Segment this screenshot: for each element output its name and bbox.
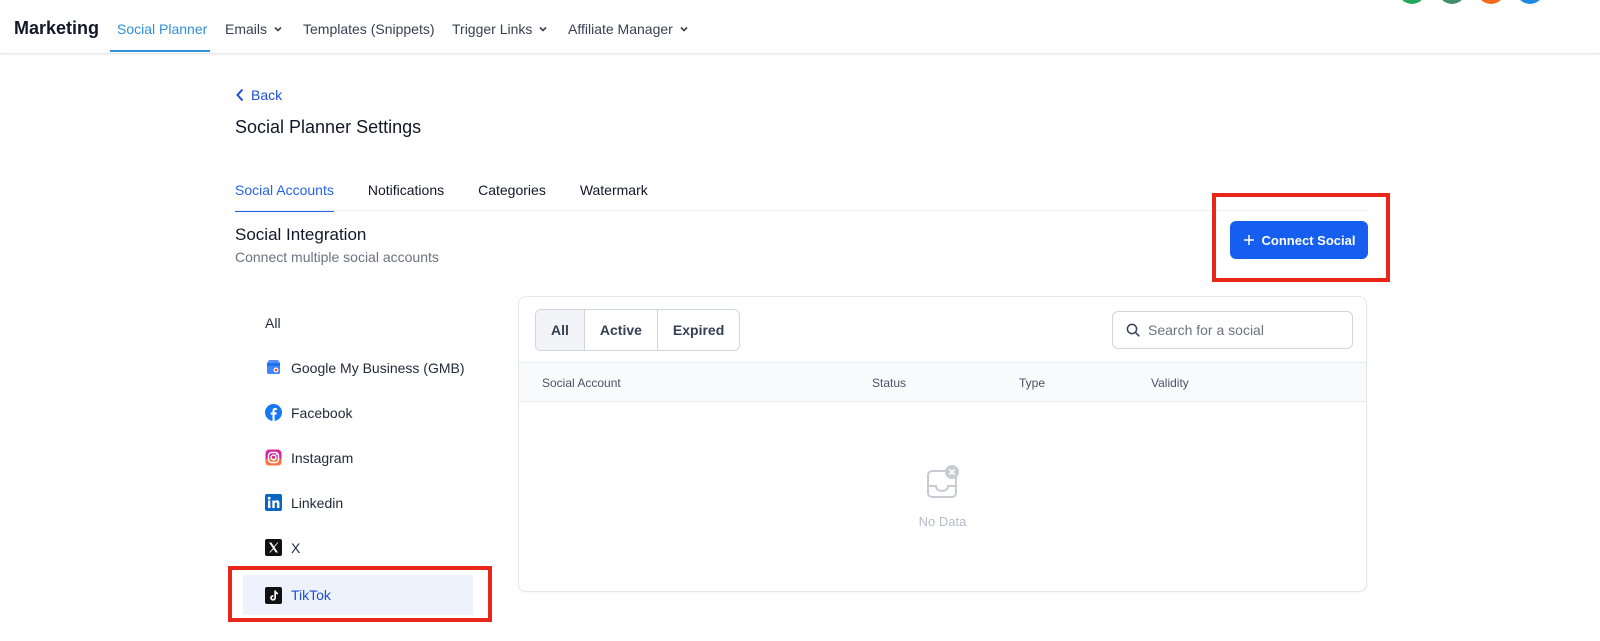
settings-tabs: Social Accounts Notifications Categories… — [235, 182, 648, 212]
nav-label: Trigger Links — [452, 21, 533, 37]
platform-item-all[interactable]: All — [243, 300, 473, 345]
avatar[interactable] — [1398, 0, 1426, 4]
empty-state-label: No Data — [918, 514, 967, 529]
platform-label: Linkedin — [291, 494, 344, 511]
section-subtitle: Connect multiple social accounts — [235, 249, 439, 265]
highlight-box — [228, 566, 492, 622]
nav-label: Emails — [225, 21, 268, 37]
page-title: Social Planner Settings — [235, 117, 422, 137]
nav-label: Affiliate Manager — [568, 21, 673, 37]
nav-item-social-planner[interactable]: Social Planner — [117, 21, 207, 37]
highlight-box — [1212, 193, 1390, 282]
platform-label: Facebook — [291, 404, 353, 421]
platform-item-instagram[interactable]: Instagram — [243, 435, 473, 480]
column-header-social-account[interactable]: Social Account — [542, 376, 621, 390]
empty-inbox-icon — [926, 465, 959, 498]
nav-label: Social Planner — [117, 21, 208, 37]
back-link[interactable]: Back — [235, 87, 282, 103]
platform-item-x[interactable]: X — [243, 525, 473, 570]
nav-item-trigger-links[interactable]: Trigger Links — [452, 21, 548, 37]
empty-state: No Data — [519, 465, 1366, 529]
nav-label: Templates (Snippets) — [303, 21, 435, 37]
status-filter: All Active Expired — [535, 309, 741, 351]
tab-social-accounts[interactable]: Social Accounts — [235, 182, 334, 212]
chevron-down-icon — [274, 26, 282, 32]
filter-active-button[interactable]: Active — [584, 310, 658, 350]
chevron-down-icon — [539, 26, 547, 32]
table-header: Social Account Status Type Validity — [519, 362, 1366, 402]
avatar[interactable] — [1516, 0, 1544, 4]
x-icon — [265, 539, 282, 556]
avatar[interactable] — [1477, 0, 1505, 4]
search-box[interactable] — [1112, 311, 1353, 349]
platform-item-facebook[interactable]: Facebook — [243, 390, 473, 435]
chevron-down-icon — [680, 26, 688, 32]
column-header-type[interactable]: Type — [1019, 376, 1045, 390]
linkedin-icon — [265, 494, 282, 511]
nav-item-affiliate-manager[interactable]: Affiliate Manager — [568, 21, 689, 37]
platform-label: Instagram — [291, 449, 354, 466]
social-accounts-card: All Active Expired Social Account Status… — [518, 296, 1367, 592]
section-title: Social Integration — [235, 225, 367, 244]
nav-item-emails[interactable]: Emails — [225, 21, 283, 37]
search-input[interactable] — [1148, 322, 1338, 338]
tabs-divider — [235, 210, 1367, 211]
nav-active-indicator — [110, 50, 210, 52]
filter-expired-button[interactable]: Expired — [657, 310, 740, 350]
platform-item-linkedin[interactable]: Linkedin — [243, 480, 473, 525]
column-header-validity[interactable]: Validity — [1151, 376, 1189, 390]
platform-label: All — [265, 314, 281, 331]
tab-categories[interactable]: Categories — [478, 182, 546, 212]
search-icon — [1126, 323, 1140, 337]
facebook-icon — [265, 404, 282, 421]
gmb-icon — [265, 359, 282, 376]
avatar[interactable] — [1438, 0, 1466, 4]
tab-notifications[interactable]: Notifications — [368, 182, 444, 212]
platform-item-gmb[interactable]: Google My Business (GMB) — [243, 345, 473, 390]
instagram-icon — [265, 449, 282, 466]
app-brand: Marketing — [14, 18, 100, 38]
filter-all-button[interactable]: All — [536, 310, 585, 350]
chevron-left-icon — [236, 88, 244, 102]
back-label: Back — [251, 87, 283, 103]
platform-label: X — [291, 539, 301, 556]
top-navigation: Marketing Social Planner Emails Template… — [0, 0, 1600, 54]
nav-item-templates[interactable]: Templates (Snippets) — [303, 21, 435, 37]
platform-label: Google My Business (GMB) — [291, 359, 465, 376]
column-header-status[interactable]: Status — [872, 376, 906, 390]
tab-watermark[interactable]: Watermark — [580, 182, 648, 212]
